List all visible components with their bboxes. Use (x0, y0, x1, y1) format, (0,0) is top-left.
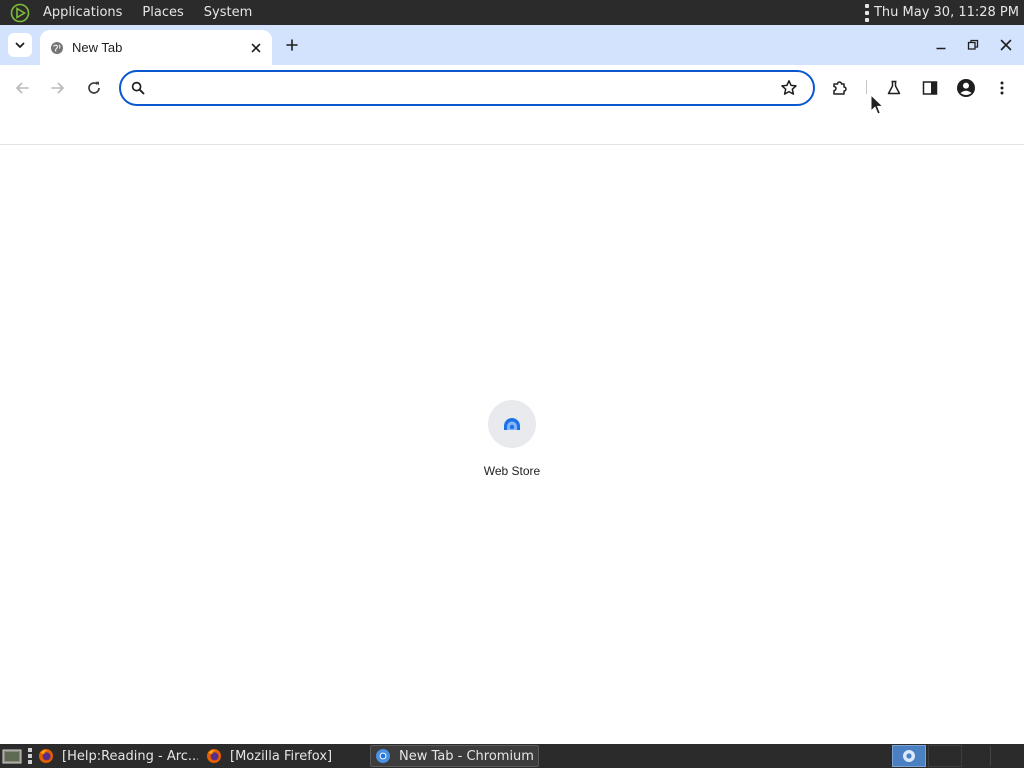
menu-applications[interactable]: Applications (35, 0, 130, 25)
chevron-down-icon (15, 42, 25, 48)
workspace-1[interactable] (892, 745, 926, 767)
taskbar-handle-icon[interactable] (27, 748, 33, 764)
menu-places[interactable]: Places (134, 0, 191, 25)
ntp-header-area (0, 111, 1024, 145)
tab-search-button[interactable] (8, 33, 32, 57)
puzzle-piece-icon (833, 81, 847, 95)
minimize-icon (936, 47, 946, 50)
show-desktop-icon[interactable] (2, 747, 22, 765)
clock[interactable]: Thu May 30, 11:28 PM (874, 5, 1019, 20)
arrow-left-icon (16, 82, 29, 94)
account-circle-icon (957, 79, 975, 97)
reload-button[interactable] (80, 74, 108, 102)
toolbar-divider (866, 80, 867, 94)
firefox-icon (38, 748, 54, 764)
flask-icon (887, 80, 901, 95)
task-new-tab-chromium[interactable]: New Tab - Chromium (370, 745, 539, 767)
bottom-taskbar: [Help:Reading - Arc... [Mozilla Firefox]… (0, 744, 1024, 768)
workspace-2[interactable] (928, 745, 962, 767)
firefox-icon (206, 748, 222, 764)
close-icon (1000, 39, 1012, 51)
tab-strip: New Tab (0, 25, 1024, 65)
tab-title: New Tab (72, 40, 123, 55)
chromium-icon (903, 750, 915, 762)
task-help-reading[interactable]: [Help:Reading - Arc... (38, 745, 198, 767)
task-mozilla-firefox[interactable]: [Mozilla Firefox] (206, 745, 356, 767)
task-label: [Help:Reading - Arc... (62, 748, 198, 764)
top-panel: Applications Places System Thu May 30, 1… (0, 0, 1024, 25)
taskbar-divider (990, 746, 991, 766)
restore-button[interactable] (961, 33, 985, 57)
plus-icon (286, 39, 298, 51)
web-store-icon (488, 400, 536, 448)
new-tab-button[interactable] (280, 33, 304, 57)
panel-handle-icon[interactable] (862, 3, 872, 22)
arrow-right-icon (51, 82, 64, 94)
minimize-button[interactable] (929, 33, 953, 57)
browser-menu-button[interactable] (988, 74, 1016, 102)
profile-button[interactable] (952, 74, 980, 102)
forward-button[interactable] (44, 74, 72, 102)
distro-logo-icon[interactable] (9, 2, 31, 24)
bookmark-star-icon[interactable] (777, 76, 801, 100)
globe-icon (49, 40, 65, 56)
side-panel-icon (922, 81, 938, 95)
search-icon (129, 79, 147, 97)
chromium-icon (375, 748, 391, 764)
task-label: [Mozilla Firefox] (230, 748, 333, 764)
tab-new-tab[interactable]: New Tab (40, 30, 272, 65)
mouse-pointer-icon (870, 94, 884, 115)
address-bar[interactable] (119, 70, 815, 106)
address-input[interactable] (155, 74, 777, 102)
close-window-button[interactable] (994, 33, 1018, 57)
task-label: New Tab - Chromium (399, 748, 534, 764)
reload-icon (88, 81, 100, 94)
menu-system[interactable]: System (196, 0, 260, 25)
more-vertical-icon (1000, 81, 1004, 95)
tab-close-icon[interactable] (246, 38, 266, 58)
extensions-button[interactable] (826, 74, 854, 102)
labs-button[interactable] (880, 74, 908, 102)
new-tab-page: Web Store (0, 146, 1024, 744)
shortcut-web-store[interactable]: Web Store (472, 400, 552, 490)
shortcut-label: Web Store (483, 464, 541, 478)
restore-icon (967, 39, 979, 50)
back-button[interactable] (8, 74, 36, 102)
side-panel-button[interactable] (916, 74, 944, 102)
